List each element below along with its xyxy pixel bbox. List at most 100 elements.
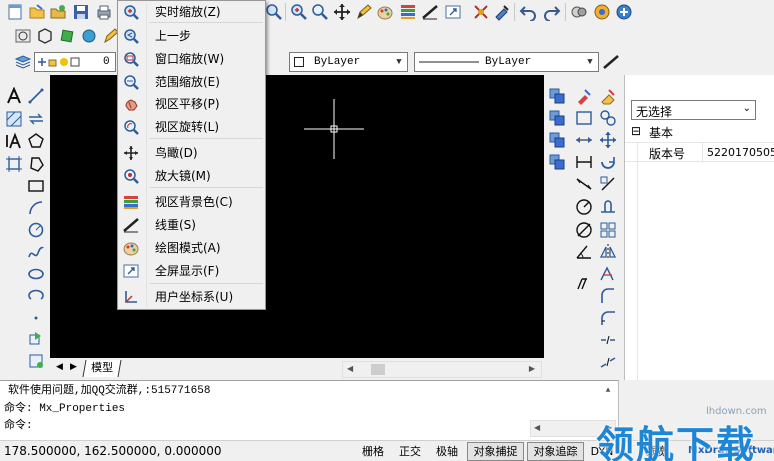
rotate-icon[interactable] <box>599 153 617 171</box>
fullscreen-icon[interactable] <box>444 3 462 21</box>
command-scroll-up[interactable]: ▲ <box>600 383 616 399</box>
tab-next-arrow[interactable]: ▶ <box>70 362 77 372</box>
point-tool-icon[interactable] <box>27 309 45 327</box>
polygon-small-icon[interactable] <box>27 155 45 173</box>
dim-linear-icon[interactable] <box>575 153 593 171</box>
view-menu-item[interactable]: 用户坐标系(U) <box>118 286 265 308</box>
make-block-icon[interactable] <box>27 352 45 370</box>
move-icon[interactable] <box>599 131 617 149</box>
linetype-select[interactable]: ByLayer ▼ <box>414 52 599 72</box>
view-menu-item[interactable]: 全屏显示(F) <box>118 260 265 282</box>
dim-stack-icon[interactable] <box>548 153 566 171</box>
print-icon[interactable] <box>95 3 113 21</box>
pan-arrows-icon[interactable] <box>333 3 351 21</box>
text-tool-icon[interactable] <box>5 87 23 105</box>
view-menu-item[interactable]: 线重(S) <box>118 214 265 236</box>
color-select[interactable]: ByLayer ▼ <box>289 52 408 72</box>
selection-dropdown[interactable]: 无选择 ⌄ <box>631 100 756 120</box>
dim-horizontal-icon[interactable] <box>575 131 593 149</box>
dim-move-icon[interactable] <box>548 109 566 127</box>
tab-first-arrow[interactable]: ◀ <box>56 362 63 372</box>
view-menu-item[interactable]: 实时缩放(Z) <box>118 1 265 23</box>
view-menu-item[interactable]: 窗口缩放(W) <box>118 48 265 70</box>
circle-tool-icon[interactable] <box>14 27 32 45</box>
lineweight-tool-icon[interactable] <box>602 53 620 71</box>
pencil-icon[interactable] <box>355 3 373 21</box>
property-group-basic[interactable]: ⊟ 基本 <box>625 123 774 141</box>
trim-icon[interactable] <box>599 265 617 283</box>
group-collapse-icon[interactable]: ⊟ <box>631 124 641 138</box>
scroll-left-arrow[interactable]: ◀ <box>534 423 540 433</box>
line-tool-icon[interactable] <box>27 87 45 105</box>
scale-icon[interactable] <box>599 175 617 193</box>
shape-blue-icon[interactable] <box>80 27 98 45</box>
rectangle-tool-icon[interactable] <box>27 177 45 195</box>
view-menu-item[interactable]: 鸟瞰(D) <box>118 142 265 164</box>
view-menu-item[interactable]: 绘图模式(A) <box>118 237 265 259</box>
toggle-osnap[interactable]: 对象捕捉 <box>467 442 524 461</box>
extend-icon[interactable] <box>599 287 617 305</box>
mtext-tool-icon[interactable] <box>5 132 23 150</box>
spline-tool-icon[interactable] <box>27 243 45 261</box>
dim-angular-icon[interactable] <box>575 243 593 261</box>
dim-align-icon[interactable] <box>548 131 566 149</box>
view-menu-item[interactable]: 视区平移(P) <box>118 93 265 115</box>
plugin-icon[interactable] <box>615 3 633 21</box>
insert-block-icon[interactable] <box>27 330 45 348</box>
scroll-thumb[interactable] <box>371 364 385 375</box>
hatch-tool-icon[interactable] <box>5 110 23 128</box>
save-icon[interactable] <box>72 3 90 21</box>
tab-model[interactable]: 模型 <box>82 360 122 377</box>
polygon-tool-icon[interactable] <box>36 27 54 45</box>
toggle-grid[interactable]: 栅格 <box>356 442 390 461</box>
ray-tool-icon[interactable] <box>27 110 45 128</box>
ellipse-arc-tool-icon[interactable] <box>27 287 45 305</box>
render-icon[interactable] <box>570 3 588 21</box>
circle-draw-icon[interactable] <box>27 221 45 239</box>
canvas-hscrollbar[interactable]: ◀ ▶ <box>342 361 542 378</box>
command-input-prompt[interactable]: 命令: <box>4 419 33 433</box>
layer-select[interactable]: 0 <box>34 52 116 72</box>
dim-ordinate-icon[interactable] <box>575 275 593 293</box>
new-file-icon[interactable] <box>6 3 24 21</box>
explode-icon[interactable] <box>599 353 617 371</box>
zoom-in-icon[interactable] <box>265 3 283 21</box>
property-row[interactable]: 版本号 5220170505 <box>625 142 774 163</box>
zoom-window-icon[interactable] <box>311 3 329 21</box>
redo-icon[interactable] <box>543 3 561 21</box>
dim-copy-icon[interactable] <box>548 87 566 105</box>
stretch-icon[interactable] <box>599 198 617 216</box>
view-menu-item[interactable]: 上一步 <box>118 25 265 47</box>
dim-aligned-icon[interactable] <box>575 175 593 193</box>
select-rect-icon[interactable] <box>575 109 593 127</box>
match-brush-icon[interactable] <box>575 87 593 105</box>
match-properties-icon[interactable] <box>493 3 511 21</box>
array-icon[interactable] <box>599 221 617 239</box>
scroll-right-arrow[interactable]: ▶ <box>529 364 535 373</box>
view-menu-item[interactable]: 视区背景色(C) <box>118 191 265 213</box>
fillet-icon[interactable] <box>599 309 617 327</box>
tools-icon[interactable] <box>472 3 490 21</box>
view-menu-item[interactable]: 视区旋转(L) <box>118 116 265 138</box>
shade-icon[interactable] <box>593 3 611 21</box>
block-tool-icon[interactable] <box>5 155 23 173</box>
mirror-icon[interactable] <box>599 243 617 261</box>
open-file-icon[interactable] <box>28 3 46 21</box>
arc-tool-icon[interactable] <box>27 199 45 217</box>
layer-manager-icon[interactable] <box>14 53 32 71</box>
ellipse-tool-icon[interactable] <box>27 265 45 283</box>
lineweight-icon[interactable] <box>421 3 439 21</box>
toggle-polar[interactable]: 极轴 <box>430 442 464 461</box>
layer-color-icon[interactable] <box>399 3 417 21</box>
dim-radius-icon[interactable] <box>575 198 593 216</box>
toggle-otrack[interactable]: 对象追踪 <box>527 442 584 461</box>
scroll-left-arrow[interactable]: ◀ <box>347 364 353 373</box>
undo-icon[interactable] <box>519 3 537 21</box>
zoom-realtime-icon[interactable] <box>290 3 308 21</box>
view-menu-item[interactable]: 范围缩放(E) <box>118 71 265 93</box>
break-icon[interactable] <box>599 331 617 349</box>
dim-diameter-icon[interactable] <box>575 221 593 239</box>
palette-icon[interactable] <box>376 3 394 21</box>
erase-icon[interactable] <box>599 87 617 105</box>
open-folder-icon[interactable] <box>49 3 67 21</box>
